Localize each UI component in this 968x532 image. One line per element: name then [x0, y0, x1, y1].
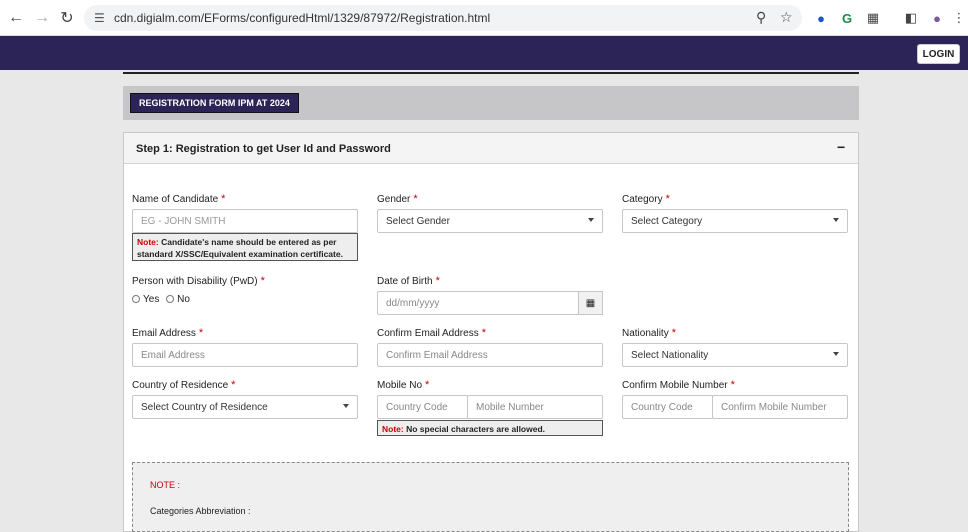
name-note: Note: Candidate's name should be entered… — [132, 233, 358, 261]
step-header[interactable]: Step 1: Registration to get User Id and … — [124, 133, 858, 164]
form-title: REGISTRATION FORM IPM AT 2024 — [130, 93, 299, 113]
pwd-label: Person with Disability (PwD) * — [132, 275, 265, 287]
dropdown-caret-icon — [588, 218, 594, 222]
url-text: cdn.digialm.com/EForms/configuredHtml/13… — [114, 11, 491, 25]
zoom-icon[interactable]: ⚲ — [756, 9, 766, 26]
profile-avatar-icon[interactable]: ● — [928, 9, 946, 27]
confirm-mobile-label: Confirm Mobile Number * — [622, 379, 735, 391]
divider — [123, 72, 859, 74]
step-title: Step 1: Registration to get User Id and … — [136, 143, 391, 155]
name-input[interactable]: EG - JOHN SMITH — [132, 209, 358, 233]
dropdown-caret-icon — [343, 404, 349, 408]
mobile-country-code-input[interactable]: Country Code — [377, 395, 468, 419]
gender-label: Gender * — [377, 193, 418, 205]
collapse-minus-icon[interactable]: − — [837, 139, 845, 155]
pwd-yes-radio[interactable] — [132, 295, 140, 304]
nationality-select[interactable]: Select Nationality — [622, 343, 848, 367]
notes-title: NOTE : — [150, 480, 181, 490]
notes-section: NOTE : Categories Abbreviation : — [132, 462, 849, 532]
confirm-mobile-number-input[interactable]: Confirm Mobile Number — [712, 395, 848, 419]
back-arrow-icon[interactable]: ← — [6, 8, 26, 28]
extensions-puzzle-icon[interactable]: ▦ — [864, 9, 882, 27]
nationality-label: Nationality * — [622, 327, 676, 339]
email-label: Email Address * — [132, 327, 204, 339]
gender-select[interactable]: Select Gender — [377, 209, 603, 233]
category-label: Category * — [622, 193, 670, 205]
forward-arrow-icon[interactable]: → — [32, 8, 52, 28]
mobile-label: Mobile No * — [377, 379, 430, 391]
calendar-icon[interactable]: ▦ — [578, 291, 603, 315]
email-input[interactable]: Email Address — [132, 343, 358, 367]
confirm-email-label: Confirm Email Address * — [377, 327, 486, 339]
pwd-options: Yes No — [132, 294, 190, 305]
confirm-email-input[interactable]: Confirm Email Address — [377, 343, 603, 367]
browser-toolbar: ← → ↻ ☰ cdn.digialm.com/EForms/configure… — [0, 0, 968, 36]
pwd-no-radio[interactable] — [166, 295, 175, 304]
dropdown-caret-icon — [833, 352, 839, 356]
country-label: Country of Residence * — [132, 379, 236, 391]
grammarly-icon[interactable]: G — [838, 9, 856, 27]
category-select[interactable]: Select Category — [622, 209, 848, 233]
dob-input[interactable]: dd/mm/yyyy — [377, 291, 579, 315]
confirm-mobile-country-code-input[interactable]: Country Code — [622, 395, 713, 419]
reload-icon[interactable]: ↻ — [57, 8, 77, 28]
categories-abbreviation-label: Categories Abbreviation : — [150, 506, 251, 516]
login-button[interactable]: LOGIN — [917, 44, 960, 64]
extension-drop-icon[interactable]: ● — [812, 9, 830, 27]
country-select[interactable]: Select Country of Residence — [132, 395, 358, 419]
bookmark-star-icon[interactable]: ☆ — [780, 9, 793, 26]
site-header — [0, 36, 968, 70]
browser-menu-icon[interactable]: ⋮ — [950, 9, 968, 27]
mobile-number-input[interactable]: Mobile Number — [467, 395, 603, 419]
name-label: Name of Candidate * — [132, 193, 226, 205]
mobile-note: Note: No special characters are allowed. — [377, 420, 603, 436]
address-bar[interactable]: ☰ cdn.digialm.com/EForms/configuredHtml/… — [84, 5, 802, 31]
dob-label: Date of Birth * — [377, 275, 440, 287]
side-panel-icon[interactable]: ◧ — [902, 9, 920, 27]
dropdown-caret-icon — [833, 218, 839, 222]
site-info-icon[interactable]: ☰ — [94, 11, 105, 25]
